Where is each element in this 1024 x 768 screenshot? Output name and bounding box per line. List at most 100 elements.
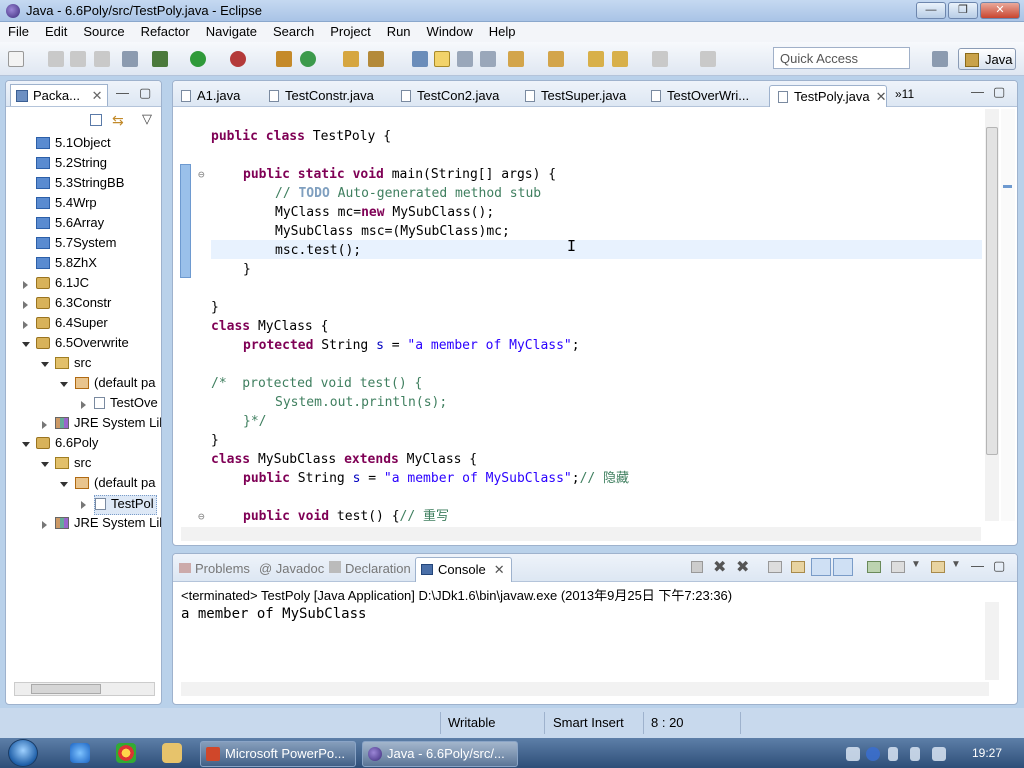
menu-navigate[interactable]: Navigate bbox=[198, 22, 265, 42]
debug-icon[interactable] bbox=[152, 51, 168, 67]
overview-ruler[interactable] bbox=[1001, 109, 1015, 521]
collapse-arrow-icon[interactable] bbox=[60, 482, 68, 487]
minimize-icon[interactable]: — bbox=[971, 84, 984, 99]
tree-item[interactable]: 5.6Array bbox=[36, 215, 104, 235]
taskbar-app-eclipse[interactable]: Java - 6.6Poly/src/... bbox=[362, 741, 518, 767]
tree-item[interactable]: src bbox=[55, 355, 91, 375]
link-with-editor-icon[interactable]: ⇆ bbox=[112, 112, 124, 129]
collapse-all-icon[interactable] bbox=[90, 114, 102, 126]
next-annotation-icon[interactable] bbox=[508, 51, 524, 67]
tree-item[interactable]: (default pa bbox=[75, 375, 155, 395]
remove-launch-icon[interactable]: ✖ bbox=[713, 557, 726, 577]
last-edit-icon[interactable] bbox=[588, 51, 604, 67]
horizontal-scrollbar[interactable] bbox=[181, 527, 981, 541]
collapse-arrow-icon[interactable] bbox=[41, 362, 49, 367]
menu-search[interactable]: Search bbox=[265, 22, 322, 42]
previous-annotation-icon[interactable] bbox=[548, 51, 564, 67]
print-icon[interactable] bbox=[94, 51, 110, 67]
open-console-icon[interactable] bbox=[931, 561, 945, 573]
forward-icon[interactable] bbox=[652, 51, 668, 67]
tree-item[interactable]: 5.3StringBB bbox=[36, 175, 124, 195]
tab-javadoc[interactable]: @ Javadoc bbox=[259, 561, 324, 576]
tree-item[interactable]: 5.7System bbox=[36, 235, 116, 255]
external-tools-icon[interactable] bbox=[230, 51, 246, 67]
usb-icon[interactable] bbox=[888, 747, 898, 761]
maximize-icon[interactable]: ▢ bbox=[993, 84, 1005, 100]
close-tab-icon[interactable]: ✕ bbox=[494, 562, 505, 577]
view-menu-icon[interactable]: ▽ bbox=[142, 111, 152, 127]
scroll-thumb[interactable] bbox=[31, 684, 101, 694]
tree-item[interactable]: JRE System Lil bbox=[55, 515, 161, 535]
maximize-icon[interactable]: ▢ bbox=[139, 85, 151, 101]
package-explorer-tab[interactable]: Packa... ✕ bbox=[10, 84, 108, 106]
open-perspective-icon[interactable] bbox=[932, 51, 948, 67]
expand-arrow-icon[interactable] bbox=[23, 301, 28, 309]
quick-access-input[interactable]: Quick Access bbox=[773, 47, 910, 69]
vertical-scrollbar[interactable] bbox=[985, 109, 999, 521]
horizontal-scrollbar[interactable] bbox=[181, 682, 989, 696]
keyboard-icon[interactable] bbox=[846, 747, 860, 761]
java-perspective-button[interactable]: Java bbox=[958, 48, 1016, 70]
save-all-icon[interactable] bbox=[70, 51, 86, 67]
maximize-button[interactable]: ❐ bbox=[948, 2, 978, 19]
tree-item[interactable]: 6.3Constr bbox=[36, 295, 111, 315]
tree-item[interactable]: 6.5Overwrite bbox=[36, 335, 129, 355]
editor-tab[interactable]: TestSuper.java bbox=[517, 85, 626, 107]
scroll-lock-icon[interactable] bbox=[791, 561, 805, 573]
collapse-arrow-icon[interactable] bbox=[22, 442, 30, 447]
tree-item[interactable]: 5.2String bbox=[36, 155, 107, 175]
tree-item[interactable]: 6.4Super bbox=[36, 315, 108, 335]
menu-project[interactable]: Project bbox=[322, 22, 378, 42]
volume-icon[interactable] bbox=[932, 747, 946, 761]
expand-arrow-icon[interactable] bbox=[23, 281, 28, 289]
menu-run[interactable]: Run bbox=[379, 22, 419, 42]
console-output[interactable]: a member of MySubClass bbox=[181, 606, 366, 622]
tree-item[interactable]: 5.1Object bbox=[36, 135, 111, 155]
tab-console[interactable]: Console ✕ bbox=[415, 557, 512, 582]
scroll-thumb[interactable] bbox=[986, 127, 998, 455]
clear-console-icon[interactable] bbox=[768, 561, 782, 573]
system-clock[interactable]: 19:27 bbox=[972, 746, 1002, 760]
chevron-down-icon[interactable]: ▼ bbox=[911, 559, 921, 570]
tree-item[interactable]: (default pa bbox=[75, 475, 155, 495]
minimize-button[interactable]: — bbox=[916, 2, 946, 19]
tree-item[interactable]: TestOve bbox=[94, 395, 158, 415]
horizontal-scrollbar[interactable] bbox=[14, 682, 155, 696]
block-selection-icon[interactable] bbox=[457, 51, 473, 67]
search-icon[interactable] bbox=[368, 51, 384, 67]
pin-editor-icon[interactable] bbox=[700, 51, 716, 67]
terminate-icon[interactable] bbox=[691, 561, 703, 573]
expand-arrow-icon[interactable] bbox=[42, 421, 47, 429]
fold-toggle-icon[interactable]: ⊖ bbox=[198, 510, 205, 523]
minimize-icon[interactable]: — bbox=[971, 558, 984, 573]
tab-overflow-indicator[interactable]: »11 bbox=[895, 87, 914, 101]
expand-arrow-icon[interactable] bbox=[81, 401, 86, 409]
maximize-icon[interactable]: ▢ bbox=[993, 558, 1005, 574]
editor-tab[interactable]: TestCon2.java bbox=[393, 85, 499, 107]
close-icon[interactable]: ✕ bbox=[92, 88, 103, 103]
close-tab-icon[interactable]: ✕ bbox=[876, 89, 887, 104]
run-icon[interactable] bbox=[190, 51, 206, 67]
file-explorer-icon[interactable] bbox=[162, 743, 182, 763]
collapse-arrow-icon[interactable] bbox=[41, 462, 49, 467]
collapse-arrow-icon[interactable] bbox=[22, 342, 30, 347]
expand-arrow-icon[interactable] bbox=[23, 321, 28, 329]
tree-item-selected[interactable]: TestPol bbox=[94, 495, 157, 515]
tree-item[interactable]: 6.6Poly bbox=[36, 435, 98, 455]
pin-console-icon[interactable] bbox=[867, 561, 881, 573]
show-on-stdout-icon[interactable] bbox=[811, 558, 831, 576]
open-type-icon[interactable] bbox=[343, 51, 359, 67]
new-class-icon[interactable] bbox=[300, 51, 316, 67]
taskbar-app-powerpoint[interactable]: Microsoft PowerPo... bbox=[200, 741, 356, 767]
editor-tab[interactable]: TestConstr.java bbox=[261, 85, 374, 107]
show-on-stderr-icon[interactable] bbox=[833, 558, 853, 576]
chevron-down-icon[interactable]: ▼ bbox=[951, 559, 961, 570]
collapse-arrow-icon[interactable] bbox=[60, 382, 68, 387]
close-button[interactable]: ✕ bbox=[980, 2, 1020, 19]
fold-toggle-icon[interactable]: ⊖ bbox=[198, 168, 205, 181]
tree-item[interactable]: src bbox=[55, 455, 91, 475]
remove-all-launches-icon[interactable]: ✖ bbox=[736, 557, 749, 577]
back-icon[interactable] bbox=[612, 51, 628, 67]
tree-item[interactable]: 6.1JC bbox=[36, 275, 89, 295]
start-button[interactable] bbox=[8, 739, 38, 767]
